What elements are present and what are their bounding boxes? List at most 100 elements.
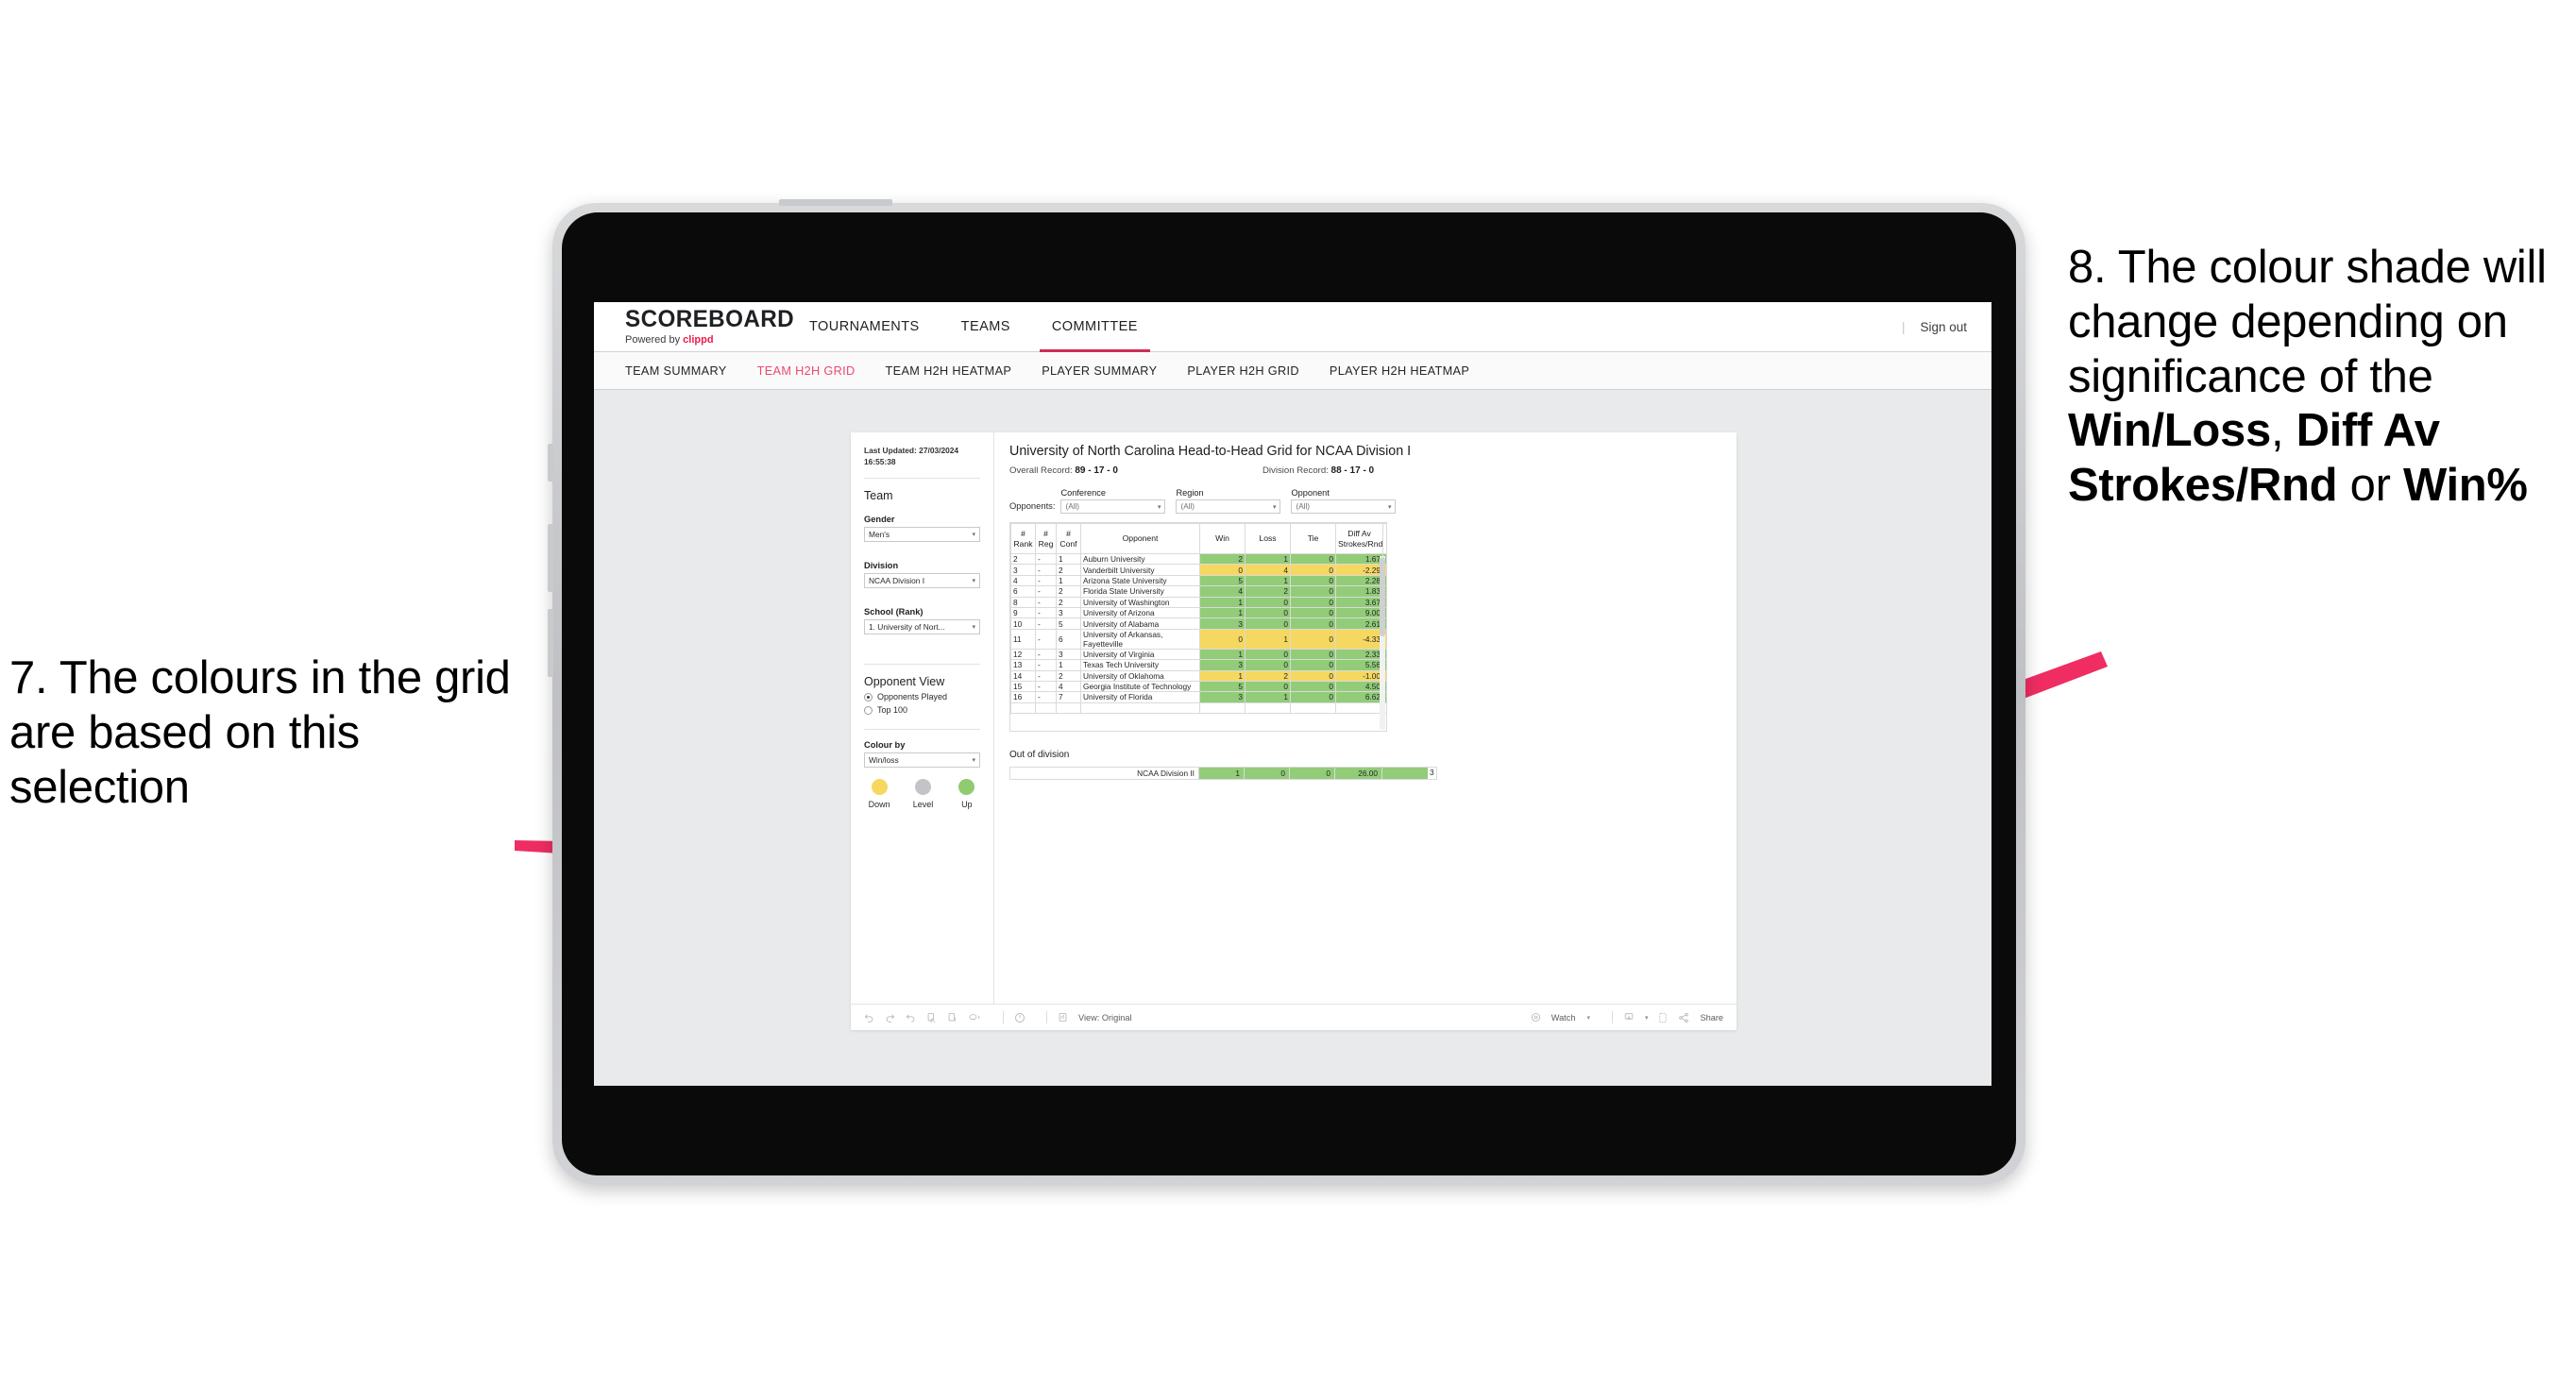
cell-tie: 0 xyxy=(1290,680,1336,693)
table-row[interactable]: 3-2Vanderbilt University040-2.298 xyxy=(1010,564,1386,576)
cell-rank: 8 xyxy=(1010,596,1036,608)
cell-loss: 0 xyxy=(1245,617,1291,630)
cell-reg: - xyxy=(1035,659,1057,671)
filter-conference-select[interactable]: (All) ▾ xyxy=(1060,499,1166,514)
watch-chevron-down-icon[interactable]: ▾ xyxy=(1586,1014,1590,1022)
revert-icon[interactable] xyxy=(906,1012,916,1023)
cell-loss: 2 xyxy=(1245,669,1291,682)
table-row[interactable]: 14-2University of Oklahoma120-1.009 xyxy=(1010,669,1386,682)
radio-opponents-played[interactable]: Opponents Played xyxy=(864,692,980,701)
view-label[interactable]: View: Original xyxy=(1078,1013,1132,1023)
table-row[interactable]: 12-3University of Virginia1002.333 xyxy=(1010,648,1386,661)
blank-cell xyxy=(1056,702,1081,715)
cell-rank: 13 xyxy=(1010,659,1036,671)
subnav-item-player-summary[interactable]: PLAYER SUMMARY xyxy=(1042,364,1157,378)
cell-loss: 0 xyxy=(1245,680,1291,693)
col-opponent[interactable]: Opponent xyxy=(1080,523,1200,554)
col-loss[interactable]: Loss xyxy=(1245,523,1291,554)
subnav-item-player-h2h-heatmap[interactable]: PLAYER H2H HEATMAP xyxy=(1330,364,1469,378)
toolbar-divider-2 xyxy=(1046,1011,1047,1023)
radio-top-100[interactable]: Top 100 xyxy=(864,705,980,715)
school-select[interactable]: 1. University of Nort... ▾ xyxy=(864,619,980,635)
blank-cell xyxy=(1290,701,1336,715)
h2h-grid-scroll-area[interactable]: # Rank # Reg # Conf Opponent Win Loss Tie D… xyxy=(1009,522,1387,732)
share-label[interactable]: Share xyxy=(1700,1013,1723,1023)
chevron-down-icon: ▾ xyxy=(972,532,975,539)
download-icon[interactable] xyxy=(1623,1012,1635,1023)
subnav-item-team-h2h-heatmap[interactable]: TEAM H2H HEATMAP xyxy=(886,364,1012,378)
download-chevron-down-icon[interactable]: ▾ xyxy=(1645,1014,1649,1022)
col-diff[interactable]: Diff Av Strokes/Rnd xyxy=(1335,523,1383,554)
share-icon[interactable] xyxy=(1678,1012,1689,1023)
table-row[interactable]: 16-7University of Florida3106.629 xyxy=(1010,691,1386,703)
table-row[interactable]: 8-2University of Washington1003.673 xyxy=(1010,596,1386,608)
col-conf-l2: Conf xyxy=(1059,538,1077,549)
cell-reg: - xyxy=(1035,669,1057,682)
filter-region-select[interactable]: (All) ▾ xyxy=(1176,499,1281,514)
gender-label: Gender xyxy=(864,515,895,525)
chevron-down-icon: ▾ xyxy=(972,757,975,765)
gender-select[interactable]: Men's ▾ xyxy=(864,527,980,543)
cell-rank: 11 xyxy=(1010,628,1036,650)
cell-reg: - xyxy=(1035,606,1057,619)
device-layout-icon[interactable] xyxy=(1658,1012,1668,1023)
table-row[interactable]: 10-5University of Alabama3002.618 xyxy=(1010,617,1386,630)
ood-rounds-label: 3 xyxy=(1430,768,1434,777)
colour-by-select[interactable]: Win/loss ▾ xyxy=(864,752,980,769)
nav-item-tournaments[interactable]: TOURNAMENTS xyxy=(788,302,941,351)
col-tie[interactable]: Tie xyxy=(1290,523,1336,554)
cell-win: 1 xyxy=(1199,669,1246,682)
filter-opponent-select[interactable]: (All) ▾ xyxy=(1291,499,1397,514)
cell-opponent: Arizona State University xyxy=(1080,574,1200,587)
pause-icon[interactable] xyxy=(1014,1012,1025,1023)
undo-icon[interactable] xyxy=(864,1012,874,1023)
sign-out-link[interactable]: Sign out xyxy=(1920,320,1967,334)
cell-diff: 2.33 xyxy=(1335,648,1383,661)
pause-auto-updates-icon[interactable] xyxy=(947,1012,958,1023)
out-of-division-row[interactable]: NCAA Division II 1 0 0 26.00 3 xyxy=(1009,767,1437,780)
table-row[interactable]: 6-2Florida State University4201.8312 xyxy=(1010,585,1386,598)
filter-region-value: (All) xyxy=(1180,502,1195,511)
view-icon[interactable] xyxy=(1058,1012,1068,1023)
tablet-volume-up-button xyxy=(548,524,553,592)
division-record-value: 88 - 17 - 0 xyxy=(1330,465,1375,476)
cell-conf: 3 xyxy=(1056,648,1081,661)
col-win[interactable]: Win xyxy=(1199,523,1246,554)
nav-item-committee[interactable]: COMMITTEE xyxy=(1031,302,1159,352)
redo-icon[interactable] xyxy=(885,1012,895,1023)
watch-label[interactable]: Watch xyxy=(1551,1013,1576,1023)
data-source-icon[interactable] xyxy=(968,1012,982,1023)
watch-icon[interactable] xyxy=(1531,1012,1541,1023)
subnav-item-team-h2h-grid[interactable]: TEAM H2H GRID xyxy=(757,364,856,378)
ood-blank-1 xyxy=(1009,767,1080,780)
table-row[interactable]: 15-4 Georgia Institute of Technology 5 0 0 4.… xyxy=(1010,680,1386,693)
cell-opponent: Vanderbilt University xyxy=(1080,564,1200,576)
cell-tie: 0 xyxy=(1290,574,1336,587)
cell-tie: 0 xyxy=(1290,606,1336,619)
radio-opponents-played-label: Opponents Played xyxy=(877,692,948,702)
table-row[interactable]: 2-1Auburn University2101.679 xyxy=(1010,552,1386,566)
brand-logo[interactable]: SCOREBOARD Powered by clippd xyxy=(625,308,794,346)
division-select[interactable]: NCAA Division I ▾ xyxy=(864,573,980,589)
table-row[interactable]: 11-6 University of Arkansas, Fayetteville… xyxy=(1010,628,1386,650)
col-rank[interactable]: # Rank xyxy=(1010,523,1036,554)
cell-rank: 12 xyxy=(1010,648,1036,661)
app-screen: SCOREBOARD Powered by clippd TOURNAMENTS… xyxy=(594,302,1991,1086)
legend-item-up: Up xyxy=(954,779,980,809)
table-row[interactable]: 9-3University of Arizona1009.002 xyxy=(1010,606,1386,619)
cell-win: 5 xyxy=(1199,680,1246,693)
cell-win: 2 xyxy=(1199,552,1246,566)
subnav-item-player-h2h-grid[interactable]: PLAYER H2H GRID xyxy=(1187,364,1299,378)
subnav-item-team-summary[interactable]: TEAM SUMMARY xyxy=(625,364,727,378)
col-reg[interactable]: # Reg xyxy=(1035,523,1057,554)
filter-region: Region (All) ▾ xyxy=(1176,488,1281,514)
refresh-icon[interactable] xyxy=(926,1012,937,1023)
table-row[interactable]: 13-1Texas Tech University3005.569 xyxy=(1010,659,1386,671)
col-rounds[interactable]: Rounds xyxy=(1382,523,1386,554)
cell-diff: -4.33 xyxy=(1335,628,1383,650)
toolbar-divider-3 xyxy=(1611,1011,1613,1023)
col-conf[interactable]: # Conf xyxy=(1056,523,1081,554)
table-row[interactable]: 4-1Arizona State University5102.2817 xyxy=(1010,574,1386,587)
grid-scrollbar-thumb[interactable] xyxy=(1380,557,1385,636)
nav-item-teams[interactable]: TEAMS xyxy=(941,302,1031,351)
